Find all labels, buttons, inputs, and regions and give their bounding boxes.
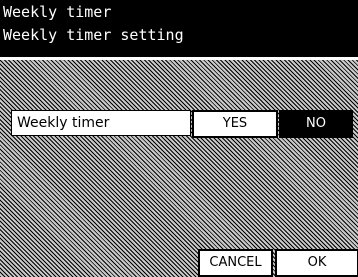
cancel-button[interactable]: CANCEL <box>198 249 273 277</box>
no-button[interactable]: NO <box>279 110 353 138</box>
footer-bar: CANCEL OK <box>0 249 358 277</box>
screen-subtitle: Weekly timer setting <box>3 26 184 44</box>
ok-button[interactable]: OK <box>275 249 358 277</box>
settings-panel <box>0 60 358 277</box>
screen-title: Weekly timer <box>3 3 112 21</box>
header: Weekly timer Weekly timer setting <box>0 0 358 57</box>
weekly-timer-screen: Weekly timer Weekly timer setting Weekly… <box>0 0 358 277</box>
yes-button[interactable]: YES <box>192 110 278 138</box>
weekly-timer-label: Weekly timer <box>11 110 191 136</box>
